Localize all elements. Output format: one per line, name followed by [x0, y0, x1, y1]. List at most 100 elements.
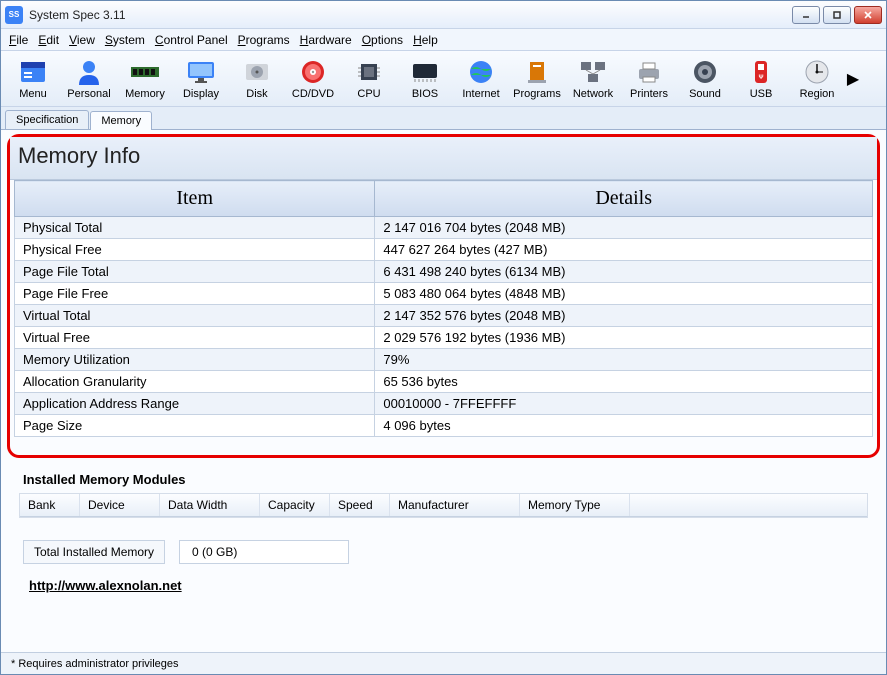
toolbar-bios[interactable]: BIOS — [397, 53, 453, 105]
menu-file[interactable]: File — [9, 33, 28, 47]
maximize-button[interactable] — [823, 6, 851, 24]
usb-icon: Ψ — [745, 58, 777, 86]
col-manufacturer[interactable]: Manufacturer — [390, 494, 520, 516]
cell-item: Page File Free — [15, 283, 375, 305]
cell-item: Virtual Free — [15, 327, 375, 349]
cell-item: Physical Total — [15, 217, 375, 239]
col-bank[interactable]: Bank — [20, 494, 80, 516]
toolbar-personal[interactable]: Personal — [61, 53, 117, 105]
content-area: Memory Info Item Details Physical Total2… — [1, 129, 886, 652]
col-memorytype[interactable]: Memory Type — [520, 494, 630, 516]
cell-item: Physical Free — [15, 239, 375, 261]
menu-programs[interactable]: Programs — [238, 33, 290, 47]
toolbar-overflow-arrow[interactable]: ▶ — [845, 69, 861, 89]
toolbar-region[interactable]: Region — [789, 53, 845, 105]
col-speed[interactable]: Speed — [330, 494, 390, 516]
table-row: Application Address Range00010000 - 7FFE… — [15, 393, 873, 415]
cell-details: 00010000 - 7FFEFFFF — [375, 393, 873, 415]
cell-item: Page File Total — [15, 261, 375, 283]
app-window: SS System Spec 3.11 File Edit View Syste… — [0, 0, 887, 675]
cpu-icon — [353, 58, 385, 86]
col-item: Item — [15, 181, 375, 217]
toolbar-network[interactable]: Network — [565, 53, 621, 105]
table-row: Page File Free5 083 480 064 bytes (4848 … — [15, 283, 873, 305]
col-capacity[interactable]: Capacity — [260, 494, 330, 516]
total-value: 0 (0 GB) — [179, 540, 349, 564]
table-row: Page File Total6 431 498 240 bytes (6134… — [15, 261, 873, 283]
memory-info-panel: Memory Info Item Details Physical Total2… — [7, 134, 880, 458]
panel-title: Memory Info — [10, 137, 877, 180]
menu-controlpanel[interactable]: Control Panel — [155, 33, 228, 47]
network-icon — [577, 58, 609, 86]
cell-item: Allocation Granularity — [15, 371, 375, 393]
menu-edit[interactable]: Edit — [38, 33, 59, 47]
personal-icon — [73, 58, 105, 86]
tab-memory[interactable]: Memory — [90, 111, 152, 130]
cell-item: Page Size — [15, 415, 375, 437]
menu-system[interactable]: System — [105, 33, 145, 47]
toolbar-display[interactable]: Display — [173, 53, 229, 105]
tab-specification[interactable]: Specification — [5, 110, 89, 129]
cell-details: 447 627 264 bytes (427 MB) — [375, 239, 873, 261]
col-datawidth[interactable]: Data Width — [160, 494, 260, 516]
programs-icon — [521, 58, 553, 86]
toolbar-cpu[interactable]: CPU — [341, 53, 397, 105]
close-button[interactable] — [854, 6, 882, 24]
menubar: File Edit View System Control Panel Prog… — [1, 29, 886, 51]
window-title: System Spec 3.11 — [29, 8, 792, 22]
cell-details: 4 096 bytes — [375, 415, 873, 437]
app-icon: SS — [5, 6, 23, 24]
table-row: Virtual Total2 147 352 576 bytes (2048 M… — [15, 305, 873, 327]
table-row: Allocation Granularity65 536 bytes — [15, 371, 873, 393]
total-row: Total Installed Memory 0 (0 GB) — [1, 530, 886, 574]
total-label: Total Installed Memory — [23, 540, 165, 564]
menu-icon — [17, 58, 49, 86]
toolbar: Menu Personal Memory Display Disk CD/DVD… — [1, 51, 886, 107]
table-row: Physical Free447 627 264 bytes (427 MB) — [15, 239, 873, 261]
printers-icon — [633, 58, 665, 86]
cell-details: 79% — [375, 349, 873, 371]
region-icon — [801, 58, 833, 86]
cell-details: 5 083 480 064 bytes (4848 MB) — [375, 283, 873, 305]
toolbar-internet[interactable]: Internet — [453, 53, 509, 105]
minimize-button[interactable] — [792, 6, 820, 24]
modules-table: Bank Device Data Width Capacity Speed Ma… — [19, 493, 868, 518]
tabstrip: Specification Memory — [1, 107, 886, 129]
statusbar: * Requires administrator privileges — [1, 652, 886, 674]
cell-details: 2 029 576 192 bytes (1936 MB) — [375, 327, 873, 349]
memory-info-table: Item Details Physical Total2 147 016 704… — [14, 180, 873, 437]
display-icon — [185, 58, 217, 86]
cell-details: 2 147 016 704 bytes (2048 MB) — [375, 217, 873, 239]
sound-icon — [689, 58, 721, 86]
cddvd-icon — [297, 58, 329, 86]
cell-details: 2 147 352 576 bytes (2048 MB) — [375, 305, 873, 327]
disk-icon — [241, 58, 273, 86]
svg-text:Ψ: Ψ — [759, 75, 764, 81]
modules-title: Installed Memory Modules — [1, 462, 886, 493]
toolbar-memory[interactable]: Memory — [117, 53, 173, 105]
menu-help[interactable]: Help — [413, 33, 438, 47]
col-details: Details — [375, 181, 873, 217]
toolbar-menu[interactable]: Menu — [5, 53, 61, 105]
table-row: Physical Total2 147 016 704 bytes (2048 … — [15, 217, 873, 239]
toolbar-usb[interactable]: ΨUSB — [733, 53, 789, 105]
menu-view[interactable]: View — [69, 33, 95, 47]
cell-details: 65 536 bytes — [375, 371, 873, 393]
cell-item: Virtual Total — [15, 305, 375, 327]
table-row: Page Size4 096 bytes — [15, 415, 873, 437]
col-device[interactable]: Device — [80, 494, 160, 516]
toolbar-printers[interactable]: Printers — [621, 53, 677, 105]
website-link[interactable]: http://www.alexnolan.net — [1, 574, 886, 607]
table-row: Memory Utilization79% — [15, 349, 873, 371]
bios-icon — [409, 58, 441, 86]
menu-options[interactable]: Options — [362, 33, 403, 47]
table-row: Virtual Free2 029 576 192 bytes (1936 MB… — [15, 327, 873, 349]
toolbar-cddvd[interactable]: CD/DVD — [285, 53, 341, 105]
toolbar-sound[interactable]: Sound — [677, 53, 733, 105]
memory-icon — [129, 58, 161, 86]
toolbar-disk[interactable]: Disk — [229, 53, 285, 105]
internet-icon — [465, 58, 497, 86]
toolbar-programs[interactable]: Programs — [509, 53, 565, 105]
menu-hardware[interactable]: Hardware — [300, 33, 352, 47]
status-text: * Requires administrator privileges — [11, 658, 179, 670]
